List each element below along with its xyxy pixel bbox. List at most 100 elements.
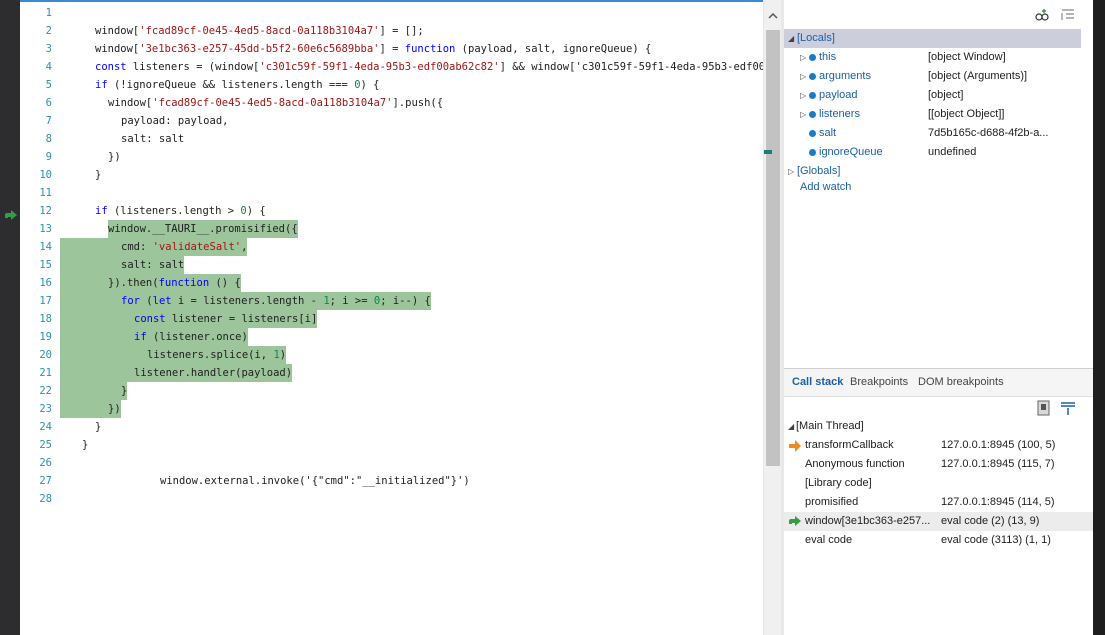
collapse-all-icon[interactable]: [1060, 8, 1076, 22]
line-number[interactable]: 13: [20, 220, 52, 238]
line-source: payload: payload,: [121, 115, 229, 127]
code-line[interactable]: 26: [20, 454, 763, 472]
code-line[interactable]: 11: [20, 184, 763, 202]
code-line[interactable]: 1: [20, 4, 763, 22]
line-number[interactable]: 22: [20, 382, 52, 400]
line-number[interactable]: 12: [20, 202, 52, 220]
code-line[interactable]: 17 for (let i = listeners.length - 1; i >…: [20, 292, 763, 310]
variable-name: listeners: [819, 108, 860, 120]
code-line[interactable]: 6 window['fcad89cf-0e45-4ed5-8acd-0a118b3…: [20, 94, 763, 112]
code-line[interactable]: 19 if (listener.once): [20, 328, 763, 346]
expander-icon[interactable]: ▷: [800, 105, 806, 124]
line-number[interactable]: 8: [20, 130, 52, 148]
expander-icon[interactable]: ▷: [800, 48, 806, 67]
line-source: }: [95, 169, 102, 181]
editor-vertical-scrollbar[interactable]: [763, 0, 781, 635]
line-number[interactable]: 7: [20, 112, 52, 130]
locals-row[interactable]: ▷ listeners [[object Object]]: [784, 105, 1081, 124]
line-number[interactable]: 11: [20, 184, 52, 202]
line-source: window.__TAURI__.promisified({: [108, 220, 298, 238]
tab-breakpoints[interactable]: Breakpoints: [850, 376, 908, 388]
tab-dom-breakpoints[interactable]: DOM breakpoints: [918, 376, 1004, 388]
scroll-thumb[interactable]: [766, 30, 780, 466]
line-source: }): [60, 400, 121, 418]
callstack-frame[interactable]: promisified 127.0.0.1:8945 (114, 5): [784, 493, 1093, 512]
locals-row[interactable]: ignoreQueue undefined: [784, 143, 1081, 162]
line-number[interactable]: 21: [20, 364, 52, 382]
object-icon: [809, 149, 816, 156]
code-line[interactable]: 8 salt: salt: [20, 130, 763, 148]
callstack-frame[interactable]: Anonymous function 127.0.0.1:8945 (115, 7…: [784, 455, 1093, 474]
copy-callstack-icon[interactable]: [1036, 400, 1052, 416]
code-line[interactable]: 20 listeners.splice(i, 1): [20, 346, 763, 364]
scroll-up-icon[interactable]: [768, 12, 778, 20]
locals-row[interactable]: ▷ this [object Window]: [784, 48, 1081, 67]
line-number[interactable]: 9: [20, 148, 52, 166]
line-number[interactable]: 4: [20, 58, 52, 76]
line-number[interactable]: 16: [20, 274, 52, 292]
code-line[interactable]: 7 payload: payload,: [20, 112, 763, 130]
code-line[interactable]: 18 const listener = listeners[i]: [20, 310, 763, 328]
line-number[interactable]: 14: [20, 238, 52, 256]
line-number[interactable]: 26: [20, 454, 52, 472]
callstack-frame[interactable]: eval code eval code (3113) (1, 1): [784, 531, 1093, 550]
code-line[interactable]: 13 window.__TAURI__.promisified({: [20, 220, 763, 238]
line-number[interactable]: 5: [20, 76, 52, 94]
show-frames-icon[interactable]: [1060, 400, 1076, 416]
locals-row[interactable]: salt 7d5b165c-d688-4f2b-a...: [784, 124, 1081, 143]
line-number[interactable]: 10: [20, 166, 52, 184]
line-number[interactable]: 25: [20, 436, 52, 454]
line-number[interactable]: 23: [20, 400, 52, 418]
line-number[interactable]: 27: [20, 472, 52, 490]
expander-icon[interactable]: ◢: [788, 29, 794, 48]
line-number[interactable]: 2: [20, 22, 52, 40]
line-number[interactable]: 17: [20, 292, 52, 310]
line-number[interactable]: 6: [20, 94, 52, 112]
locals-row[interactable]: ▷ arguments [object (Arguments)]: [784, 67, 1081, 86]
line-number[interactable]: 15: [20, 256, 52, 274]
line-number[interactable]: 18: [20, 310, 52, 328]
object-icon: [809, 92, 816, 99]
locals-row[interactable]: ◢ [Locals]: [784, 29, 1081, 48]
thread-expander-icon[interactable]: ◢: [788, 417, 794, 436]
code-line[interactable]: 24}: [20, 418, 763, 436]
code-line[interactable]: 14 cmd: 'validateSalt',: [20, 238, 763, 256]
code-line[interactable]: 21 listener.handler(payload): [20, 364, 763, 382]
locals-row[interactable]: ▷ [Globals]: [784, 162, 1081, 181]
code-line[interactable]: 10}: [20, 166, 763, 184]
line-source: window['fcad89cf-0e45-4ed5-8acd-0a118b31…: [95, 25, 424, 37]
code-editor[interactable]: 1 2 window['fcad89cf-0e45-4ed5-8acd-0a118b…: [20, 0, 763, 635]
code-line[interactable]: 4 const listeners = (window['c301c59f-59f…: [20, 58, 763, 76]
locals-row[interactable]: ▷ payload [object]: [784, 86, 1081, 105]
code-line[interactable]: 28: [20, 490, 763, 508]
code-line[interactable]: 27 window.external.invoke('{"cmd":"__init…: [20, 472, 763, 490]
line-number[interactable]: 20: [20, 346, 52, 364]
callstack-frame[interactable]: transformCallback 127.0.0.1:8945 (100, 5): [784, 436, 1093, 455]
code-line[interactable]: 9}): [20, 148, 763, 166]
add-watch-icon[interactable]: [1034, 8, 1050, 22]
expander-icon[interactable]: ▷: [788, 162, 794, 181]
frame-location: eval code (2) (13, 9): [941, 515, 1040, 527]
tab-call-stack[interactable]: Call stack: [792, 376, 843, 388]
code-line[interactable]: 22}: [20, 382, 763, 400]
line-number[interactable]: 19: [20, 328, 52, 346]
callstack-frame[interactable]: [Library code]: [784, 474, 1093, 493]
code-line[interactable]: 5 if (!ignoreQueue && listeners.length ==…: [20, 76, 763, 94]
code-line[interactable]: 3 window['3e1bc363-e257-45dd-b5f2-60e6c56…: [20, 40, 763, 58]
callstack-frame[interactable]: window[3e1bc363-e257... eval code (2) (13…: [784, 512, 1093, 531]
code-line[interactable]: 16}).then(function () {: [20, 274, 763, 292]
line-number[interactable]: 1: [20, 4, 52, 22]
expander-icon[interactable]: ▷: [800, 67, 806, 86]
code-line[interactable]: 23}): [20, 400, 763, 418]
add-watch-link[interactable]: Add watch: [800, 181, 851, 193]
code-line[interactable]: 15 salt: salt: [20, 256, 763, 274]
line-number[interactable]: 24: [20, 418, 52, 436]
code-line[interactable]: 12 if (listeners.length > 0) {: [20, 202, 763, 220]
expander-icon[interactable]: ▷: [800, 86, 806, 105]
thread-label: [Main Thread]: [796, 420, 864, 432]
code-line[interactable]: 2 window['fcad89cf-0e45-4ed5-8acd-0a118b3…: [20, 22, 763, 40]
code-line[interactable]: 25}: [20, 436, 763, 454]
line-number[interactable]: 3: [20, 40, 52, 58]
line-number[interactable]: 28: [20, 490, 52, 508]
thread-row[interactable]: ◢ [Main Thread]: [784, 417, 1093, 436]
